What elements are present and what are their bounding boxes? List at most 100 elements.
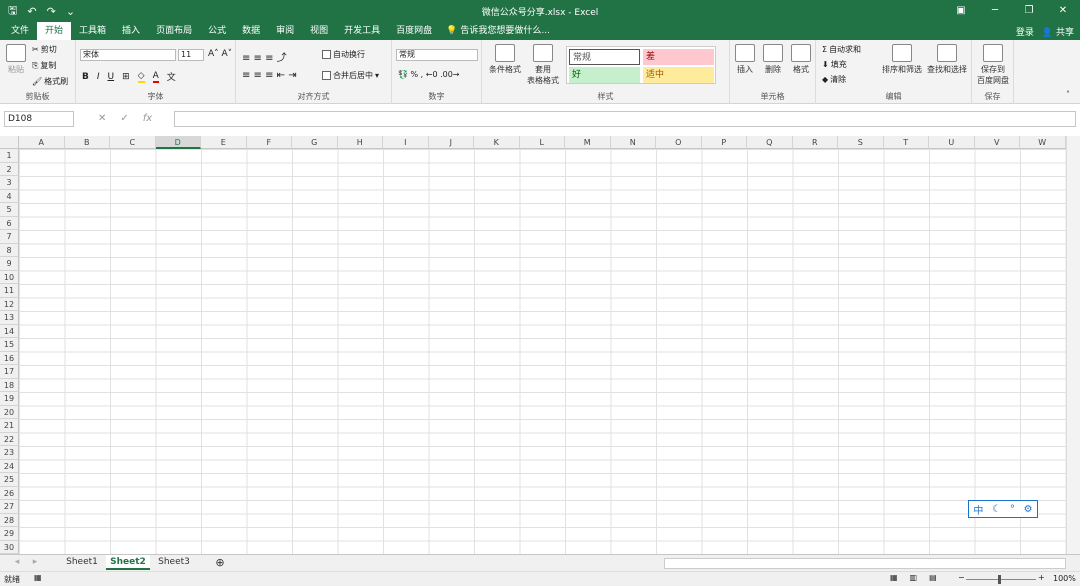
column-header[interactable]: P: [701, 136, 747, 149]
ribbon-display-icon[interactable]: ▣: [944, 0, 978, 22]
close-button[interactable]: ✕: [1046, 0, 1080, 22]
column-header[interactable]: T: [883, 136, 929, 149]
row-header[interactable]: 13: [0, 311, 19, 325]
row-header[interactable]: 29: [0, 527, 19, 541]
format-as-table-button[interactable]: 套用 表格格式: [522, 44, 564, 86]
merge-center-button[interactable]: 合并后居中 ▾: [322, 70, 379, 81]
row-header[interactable]: 30: [0, 540, 19, 554]
column-header[interactable]: B: [64, 136, 110, 149]
column-header[interactable]: F: [246, 136, 292, 149]
enter-icon[interactable]: ✓: [120, 111, 128, 127]
row-header[interactable]: 15: [0, 338, 19, 352]
column-header[interactable]: W: [1020, 136, 1066, 149]
next-sheet-icon[interactable]: ▸: [28, 555, 42, 570]
format-painter-button[interactable]: 🖌 格式刷: [32, 76, 68, 87]
add-sheet-icon[interactable]: ⊕: [212, 555, 228, 570]
prev-sheet-icon[interactable]: ◂: [10, 555, 24, 570]
row-header[interactable]: 26: [0, 486, 19, 500]
column-header[interactable]: L: [519, 136, 565, 149]
column-header[interactable]: U: [929, 136, 975, 149]
column-header[interactable]: J: [428, 136, 474, 149]
tab-10[interactable]: 百度网盘: [388, 22, 440, 40]
macro-record-icon[interactable]: ▦: [34, 573, 42, 582]
zoom-in-icon[interactable]: +: [1038, 573, 1045, 582]
row-header[interactable]: 3: [0, 176, 19, 190]
tell-me-search[interactable]: 💡 告诉我您想要做什么...: [440, 22, 558, 40]
cell-grid[interactable]: [19, 149, 1066, 554]
number-format-select[interactable]: 常规: [396, 49, 478, 61]
column-header[interactable]: Q: [747, 136, 793, 149]
horizontal-align-icons[interactable]: ≡ ≡ ≡ ⇤ ⇥: [242, 70, 297, 81]
column-header[interactable]: M: [565, 136, 611, 149]
tab-8[interactable]: 视图: [302, 22, 336, 40]
tab-4[interactable]: 页面布局: [148, 22, 200, 40]
underline-button[interactable]: U: [108, 72, 115, 82]
font-name-select[interactable]: 宋体: [80, 49, 176, 61]
row-header[interactable]: 2: [0, 162, 19, 176]
row-header[interactable]: 20: [0, 405, 19, 419]
tab-9[interactable]: 开发工具: [336, 22, 388, 40]
font-size-select[interactable]: 11: [178, 49, 204, 61]
column-header[interactable]: R: [792, 136, 838, 149]
row-header[interactable]: 4: [0, 189, 19, 203]
column-header[interactable]: H: [337, 136, 383, 149]
row-header[interactable]: 6: [0, 216, 19, 230]
paste-button[interactable]: 粘贴: [4, 44, 28, 75]
ime-mode[interactable]: 中: [973, 502, 983, 517]
row-header[interactable]: 1: [0, 149, 19, 163]
clear-button[interactable]: ◆ 清除: [822, 74, 846, 85]
tab-0[interactable]: 文件: [3, 22, 37, 40]
ime-toolbar[interactable]: 中 ☾ ° ⚙: [968, 500, 1038, 518]
row-header[interactable]: 7: [0, 230, 19, 244]
wrap-text-button[interactable]: 自动换行: [322, 49, 365, 60]
collapse-ribbon-icon[interactable]: ˄: [1066, 90, 1070, 99]
column-header[interactable]: G: [292, 136, 338, 149]
vertical-align-icons[interactable]: ≡ ≡ ≡ ⤴: [242, 49, 287, 64]
format-cells-button[interactable]: 格式: [788, 44, 814, 75]
autosum-button[interactable]: Σ 自动求和: [822, 44, 861, 55]
save-to-baidu-button[interactable]: 保存到 百度网盘: [974, 44, 1012, 86]
column-header[interactable]: C: [110, 136, 156, 149]
column-header[interactable]: V: [974, 136, 1020, 149]
sort-filter-button[interactable]: 排序和筛选: [880, 44, 924, 75]
row-header[interactable]: 9: [0, 257, 19, 271]
italic-button[interactable]: I: [97, 72, 100, 82]
row-header[interactable]: 11: [0, 284, 19, 298]
column-header[interactable]: S: [838, 136, 884, 149]
number-format-icons[interactable]: 💱 % , ←0 .00→: [398, 70, 460, 79]
style-good[interactable]: 好: [569, 67, 640, 83]
column-header[interactable]: N: [610, 136, 656, 149]
insert-cells-button[interactable]: 插入: [732, 44, 758, 75]
restore-button[interactable]: ❐: [1012, 0, 1046, 22]
borders-icon[interactable]: ⊞: [122, 72, 130, 82]
row-header[interactable]: 17: [0, 365, 19, 379]
view-buttons[interactable]: ▦▥▤: [890, 573, 949, 582]
login-link[interactable]: 登录: [1016, 25, 1034, 38]
row-header[interactable]: 12: [0, 297, 19, 311]
name-box[interactable]: D108: [4, 111, 74, 127]
vertical-scrollbar[interactable]: [1066, 136, 1080, 554]
tab-1[interactable]: 开始: [37, 22, 72, 40]
row-header[interactable]: 21: [0, 419, 19, 433]
row-header[interactable]: 14: [0, 324, 19, 338]
font-color-icon[interactable]: A: [152, 71, 159, 83]
cancel-icon[interactable]: ✕: [98, 111, 106, 127]
style-normal[interactable]: 常规: [569, 49, 640, 65]
copy-button[interactable]: ⎘ 复制: [32, 60, 56, 71]
select-all-corner[interactable]: [0, 136, 19, 149]
zoom-level[interactable]: 100%: [1053, 574, 1076, 583]
cut-button[interactable]: ✂ 剪切: [32, 44, 57, 55]
share-button[interactable]: 👤 共享: [1042, 25, 1074, 38]
fill-color-icon[interactable]: ◇: [137, 71, 145, 83]
horizontal-scrollbar[interactable]: [664, 558, 1066, 569]
row-header[interactable]: 8: [0, 243, 19, 257]
column-header[interactable]: D: [155, 136, 201, 149]
delete-cells-button[interactable]: 删除: [760, 44, 786, 75]
row-header[interactable]: 28: [0, 513, 19, 527]
row-header[interactable]: 22: [0, 432, 19, 446]
style-bad[interactable]: 差: [643, 49, 714, 65]
row-header[interactable]: 18: [0, 378, 19, 392]
row-header[interactable]: 5: [0, 203, 19, 217]
zoom-slider[interactable]: [966, 579, 1036, 580]
sheet-tab[interactable]: Sheet3: [152, 555, 196, 570]
